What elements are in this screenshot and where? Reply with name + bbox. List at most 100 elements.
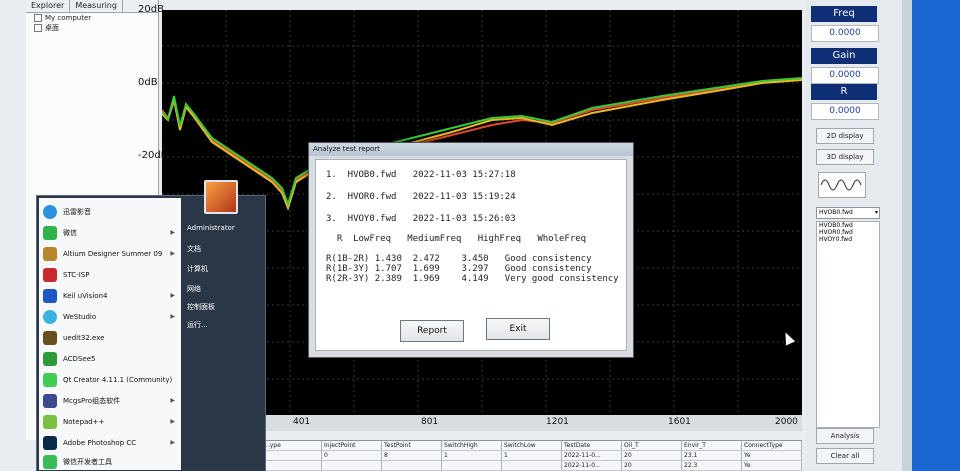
start-item-altium[interactable]: Altium Designer Summer 09 ▶ (43, 244, 179, 263)
start-item-label: uedit32.exe (63, 333, 105, 342)
start-item-label: Qt Creator 4.11.1 (Community) (63, 375, 173, 384)
gain-value: 0.0000 (811, 67, 879, 84)
start-item-mcgspro[interactable]: McgsPro组态软件 ▶ (43, 391, 179, 410)
expand-icon[interactable] (34, 24, 42, 32)
start-user-administrator[interactable]: Administrator (187, 224, 235, 232)
chevron-right-icon: ▶ (170, 418, 175, 425)
chevron-right-icon: ▶ (170, 292, 175, 299)
start-item-photoshop[interactable]: Adobe Photoshop CC ▶ (43, 433, 179, 452)
start-item-stc-isp[interactable]: STC-ISP (43, 265, 179, 284)
start-item-label: 微信开发者工具 (63, 457, 112, 466)
chevron-right-icon: ▶ (170, 229, 175, 236)
altium-icon (43, 246, 57, 261)
table-cell (262, 461, 322, 471)
tree-item-desktop[interactable]: 桌面 (26, 22, 158, 33)
start-item-label: 迅雷影音 (63, 207, 91, 216)
start-network[interactable]: 网络 (187, 284, 201, 294)
chevron-right-icon: ▶ (170, 250, 175, 257)
start-control-panel[interactable]: 控制面板 (187, 302, 215, 312)
start-item-wechat[interactable]: 微信 ▶ (43, 223, 179, 242)
table-cell: Ye (742, 461, 802, 471)
table-cell (442, 461, 502, 471)
start-item-label: WeStudio (63, 312, 97, 321)
table-row[interactable]: 2022-11-0... 20 22.3 Ye (262, 461, 802, 471)
start-item-qt-creator[interactable]: Qt Creator 4.11.1 (Community) (43, 370, 179, 389)
start-documents[interactable]: 文档 (187, 244, 201, 254)
player-icon (43, 204, 57, 219)
start-menu-programs: 迅雷影音 微信 ▶ Altium Designer Summer 09 ▶ STC-… (39, 198, 181, 470)
column-header[interactable]: Envir_T (682, 441, 742, 451)
list-item[interactable]: HVOR0.fwd (817, 229, 879, 236)
table-row[interactable]: 0 8 1 1 2022-11-0... 20 23.1 Ye (262, 451, 802, 461)
start-menu: 迅雷影音 微信 ▶ Altium Designer Summer 09 ▶ STC-… (36, 195, 266, 471)
uedit-icon (43, 330, 57, 345)
start-item-label: Keil uVision4 (63, 291, 108, 300)
column-header[interactable]: Oil_T (622, 441, 682, 451)
tab-measuring[interactable]: Measuring (70, 0, 123, 12)
start-menu-places: Administrator 文档 计算机 网络 控制面板 运行... (183, 198, 263, 470)
exit-button[interactable]: Exit (486, 318, 550, 340)
dialog-title: Analyze test report (309, 143, 633, 156)
devtools-icon (43, 454, 57, 469)
column-header[interactable]: TestDate (562, 441, 622, 451)
qt-icon (43, 372, 57, 387)
table-cell: 22.3 (682, 461, 742, 471)
2d-display-button[interactable]: 2D display (816, 128, 874, 144)
column-header[interactable]: SwitchHigh (442, 441, 502, 451)
table-cell (382, 461, 442, 471)
y-label-zero: 0dB (138, 77, 158, 88)
report-line: 1. HVOB0.fwd 2022-11-03 15:27:18 (326, 170, 516, 180)
file-select[interactable]: HVOB0.fwd ▾ (816, 207, 880, 219)
column-header[interactable]: TestPoint (382, 441, 442, 451)
start-run[interactable]: 运行... (187, 320, 208, 330)
start-item-label: ACDSee5 (63, 354, 96, 363)
table-cell: 1 (502, 451, 562, 461)
keil-icon (43, 288, 57, 303)
start-item-uedit[interactable]: uedit32.exe (43, 328, 179, 347)
analyze-report-dialog: Analyze test report 1. HVOB0.fwd 2022-11… (308, 142, 634, 358)
tree-item-label: My computer (45, 14, 92, 22)
column-header[interactable]: InjectPoint (322, 441, 382, 451)
list-item[interactable]: HVOY0.fwd (817, 236, 879, 243)
freq-title: Freq (811, 6, 877, 22)
table-cell: 8 (382, 451, 442, 461)
start-item-keil[interactable]: Keil uVision4 ▶ (43, 286, 179, 305)
chevron-down-icon[interactable]: ▾ (875, 208, 878, 218)
tab-explorer[interactable]: Explorer (26, 0, 71, 12)
westudio-icon (43, 309, 57, 324)
table-cell (262, 451, 322, 461)
report-line: R(1B-2R) 1.430 2.472 3.450 Good consiste… (326, 254, 592, 264)
start-item-notepadpp[interactable]: Notepad++ ▶ (43, 412, 179, 431)
start-item-thunder-player[interactable]: 迅雷影音 (43, 202, 179, 221)
file-select-value: HVOB0.fwd (819, 209, 853, 216)
start-item-wechat-devtools[interactable]: 微信开发者工具 (43, 452, 179, 471)
start-item-acdsee[interactable]: ACDSee5 (43, 349, 179, 368)
start-item-label: STC-ISP (63, 270, 90, 279)
window-edge (902, 0, 960, 471)
table-cell: 2022-11-0... (562, 461, 622, 471)
scrollbar-track[interactable] (902, 0, 912, 471)
expand-icon[interactable] (34, 14, 42, 22)
start-item-label: McgsPro组态软件 (63, 396, 121, 405)
column-header[interactable]: ConnectType (742, 441, 802, 451)
report-line: R(1B-3Y) 1.707 1.699 3.297 Good consiste… (326, 264, 592, 274)
3d-display-button[interactable]: 3D display (816, 149, 874, 165)
dialog-body: 1. HVOB0.fwd 2022-11-03 15:27:18 2. HVOR… (315, 159, 627, 351)
x-tick: 2000 (775, 417, 798, 427)
table-cell: 1 (442, 451, 502, 461)
user-avatar (204, 180, 238, 214)
start-item-westudio[interactable]: WeStudio ▶ (43, 307, 179, 326)
list-item[interactable]: HVOB0.fwd (817, 222, 879, 229)
y-label-top: 20dB (138, 4, 164, 15)
column-header[interactable]: ...ype (262, 441, 322, 451)
file-list[interactable]: HVOB0.fwd HVOR0.fwd HVOY0.fwd (816, 221, 880, 428)
report-button[interactable]: Report (400, 320, 464, 342)
start-computer[interactable]: 计算机 (187, 264, 208, 274)
table-cell (322, 461, 382, 471)
column-header[interactable]: SwitchLow (502, 441, 562, 451)
report-header: R LowFreq MediumFreq HighFreq WholeFreq (326, 234, 587, 244)
test-data-table[interactable]: ...ype InjectPoint TestPoint SwitchHigh … (262, 440, 802, 471)
chevron-right-icon: ▶ (170, 439, 175, 446)
analysis-button[interactable]: Analysis (816, 428, 874, 444)
clear-all-button[interactable]: Clear all (816, 448, 874, 464)
